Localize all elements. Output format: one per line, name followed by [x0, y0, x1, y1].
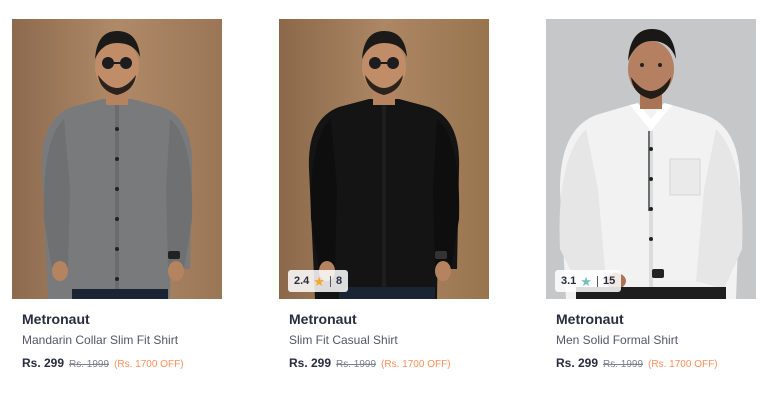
product-image[interactable]: 2.4 ★ 8 — [279, 19, 489, 299]
product-photo — [546, 19, 756, 299]
product-info[interactable]: Metronaut Slim Fit Casual Shirt Rs. 299 … — [279, 299, 489, 372]
rating-divider — [596, 275, 598, 287]
product-grid: Metronaut Mandarin Collar Slim Fit Shirt… — [0, 0, 771, 407]
product-info[interactable]: Metronaut Mandarin Collar Slim Fit Shirt… — [12, 299, 222, 372]
product-price: Rs. 299 — [289, 356, 332, 370]
rating-value: 3.1 — [561, 275, 577, 287]
product-price: Rs. 299 — [556, 356, 599, 370]
product-mrp: Rs. 1999 — [69, 359, 110, 370]
rating-badge: 2.4 ★ 8 — [288, 270, 349, 292]
product-name: Slim Fit Casual Shirt — [289, 333, 398, 347]
product-mrp: Rs. 1999 — [336, 359, 377, 370]
rating-badge: 3.1 ★ 15 — [555, 270, 622, 292]
product-brand: Metronaut — [22, 311, 90, 327]
product-price-row: Rs. 299 Rs. 1999 (Rs. 1700 OFF) — [556, 356, 746, 372]
product-image[interactable]: 3.1 ★ 15 — [546, 19, 756, 299]
product-card[interactable]: 3.1 ★ 15 Metronaut Men Solid Formal Shir… — [546, 19, 756, 372]
product-image[interactable] — [12, 19, 222, 299]
rating-value: 2.4 — [294, 275, 310, 287]
rating-count: 8 — [335, 275, 343, 287]
product-name: Mandarin Collar Slim Fit Shirt — [22, 333, 179, 347]
rating-divider — [329, 275, 331, 287]
product-price-row: Rs. 299 Rs. 1999 (Rs. 1700 OFF) — [22, 356, 212, 372]
product-discount: (Rs. 1700 OFF) — [648, 359, 718, 370]
product-photo — [279, 19, 489, 299]
product-info[interactable]: Metronaut Men Solid Formal Shirt Rs. 299… — [546, 299, 756, 372]
product-price: Rs. 299 — [22, 356, 65, 370]
product-card[interactable]: Metronaut Mandarin Collar Slim Fit Shirt… — [12, 19, 222, 372]
product-discount: (Rs. 1700 OFF) — [381, 359, 451, 370]
product-photo — [12, 19, 222, 299]
product-mrp: Rs. 1999 — [603, 359, 644, 370]
product-card[interactable]: 2.4 ★ 8 Metronaut Slim Fit Casual Shirt … — [279, 19, 489, 372]
product-name: Men Solid Formal Shirt — [556, 333, 679, 347]
product-discount: (Rs. 1700 OFF) — [114, 359, 184, 370]
rating-count: 15 — [602, 275, 616, 287]
product-brand: Metronaut — [289, 311, 357, 327]
star-icon: ★ — [580, 273, 592, 289]
star-icon: ★ — [313, 273, 325, 289]
product-brand: Metronaut — [556, 311, 624, 327]
product-price-row: Rs. 299 Rs. 1999 (Rs. 1700 OFF) — [289, 356, 479, 372]
